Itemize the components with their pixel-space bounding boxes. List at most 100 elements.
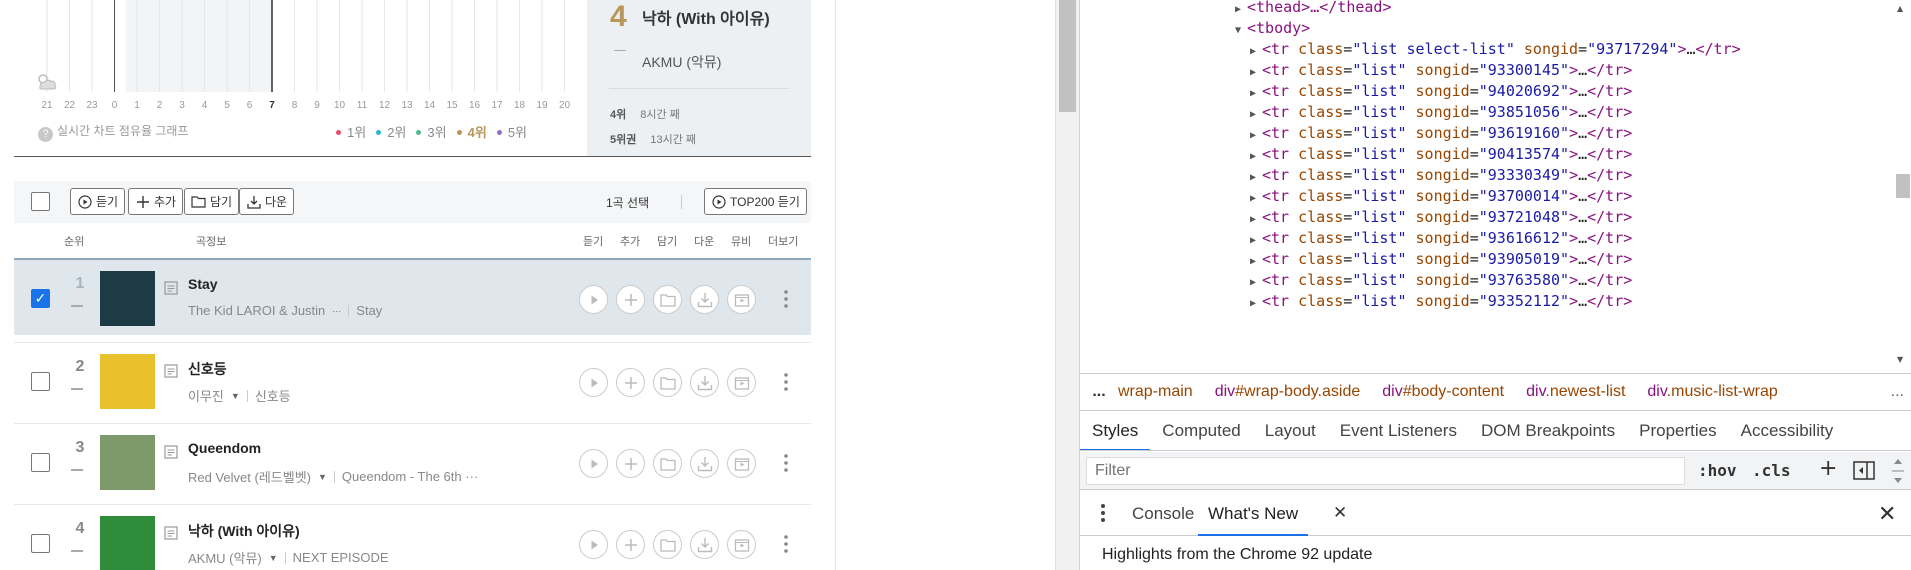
add-button[interactable]: 추가 [128, 188, 184, 215]
row-download-button[interactable] [690, 530, 719, 559]
breadcrumb-item[interactable]: div.music-list-wrap [1647, 383, 1777, 401]
song-info-icon[interactable] [164, 525, 178, 540]
subtab-computed[interactable]: Computed [1150, 411, 1252, 450]
row-mv-button[interactable] [727, 449, 756, 478]
rank-song-title[interactable]: 낙하 (With 아이유) [642, 5, 770, 29]
song-info-icon[interactable] [164, 280, 178, 295]
expand-toggle-icon[interactable]: ▼ [1235, 18, 1247, 43]
new-style-rule-icon[interactable]: + [1819, 456, 1837, 481]
breadcrumb-item[interactable]: div.newest-list [1526, 383, 1625, 401]
more-options-icon[interactable] [781, 287, 791, 311]
breadcrumb-more-button[interactable]: ... [1080, 383, 1118, 401]
more-options-icon[interactable] [781, 532, 791, 556]
album-art[interactable] [100, 354, 155, 409]
row-save-button[interactable] [653, 285, 682, 314]
album-art[interactable] [100, 271, 155, 326]
toggle-sidebar-icon[interactable] [1853, 461, 1875, 480]
select-all-checkbox[interactable] [31, 192, 50, 211]
breadcrumb-item[interactable]: wrap-main [1118, 383, 1193, 401]
save-button[interactable]: 담기 [184, 188, 240, 215]
song-artist[interactable]: 이무진 [188, 386, 224, 405]
more-options-icon[interactable] [781, 370, 791, 394]
legend-rank-1[interactable]: 1위 [336, 122, 366, 141]
drawer-tab-console[interactable]: Console [1132, 491, 1194, 536]
song-checkbox[interactable] [31, 453, 50, 472]
styles-pane-scroll-icon[interactable] [1888, 456, 1908, 486]
elements-scrollbar[interactable]: ▲ ▼ [1892, 0, 1911, 372]
subtab-styles[interactable]: Styles [1080, 411, 1151, 450]
row-download-button[interactable] [690, 285, 719, 314]
album-art[interactable] [100, 435, 155, 490]
top200-play-button[interactable]: TOP200 듣기 [704, 188, 807, 215]
row-play-button[interactable] [579, 285, 608, 314]
song-album[interactable]: 신호등 [255, 386, 291, 405]
hover-state-button[interactable]: :hov [1698, 461, 1737, 480]
legend-rank-2[interactable]: 2위 [376, 122, 406, 141]
scroll-up-arrow-icon[interactable]: ▲ [1897, 4, 1907, 13]
song-album[interactable]: NEXT EPISODE [293, 550, 389, 565]
song-row[interactable]: 3 Queendom Red Velvet (레드벨벳) ▼ Queendom - Th… [14, 423, 811, 500]
row-save-button[interactable] [653, 368, 682, 397]
song-checkbox[interactable]: ✓ [31, 289, 50, 308]
row-play-button[interactable] [579, 449, 608, 478]
drawer-menu-icon[interactable] [1100, 501, 1106, 525]
legend-rank-4[interactable]: 4위 [456, 122, 487, 141]
legend-rank-5[interactable]: 5위 [496, 122, 527, 141]
song-row[interactable]: ✓ 1 Stay The Kid LAROI & Justin ··· Stay [14, 258, 811, 335]
close-tab-icon[interactable]: ✕ [1333, 503, 1351, 523]
song-checkbox[interactable] [31, 534, 50, 553]
row-download-button[interactable] [690, 449, 719, 478]
song-row[interactable]: 4 낙하 (With 아이유) AKMU (악뮤) ▼ NEXT EPISODE [14, 504, 811, 570]
album-art[interactable] [100, 516, 155, 570]
song-artist[interactable]: Red Velvet (레드벨벳) [188, 467, 311, 486]
row-play-button[interactable] [579, 368, 608, 397]
artist-more-icon[interactable]: ▼ [318, 472, 327, 482]
elements-scrollbar-thumb[interactable] [1896, 174, 1910, 198]
song-title[interactable]: Queendom [188, 440, 261, 456]
row-add-button[interactable] [616, 530, 645, 559]
graph-help-text[interactable]: ? 실시간 차트 점유율 그래프 [38, 122, 188, 142]
breadcrumb-item[interactable]: div#body-content [1382, 383, 1504, 401]
row-save-button[interactable] [653, 530, 682, 559]
song-title[interactable]: 신호등 [188, 359, 227, 379]
artist-more-icon[interactable]: ▼ [269, 553, 278, 563]
song-artist[interactable]: The Kid LAROI & Justin [188, 303, 325, 318]
row-add-button[interactable] [616, 368, 645, 397]
song-album[interactable]: Stay [356, 303, 382, 318]
song-info-icon[interactable] [164, 363, 178, 378]
drawer-tab-whats-new[interactable]: What's New [1197, 491, 1309, 536]
row-mv-button[interactable] [727, 368, 756, 397]
styles-filter-input[interactable] [1086, 457, 1685, 485]
subtab-layout[interactable]: Layout [1253, 411, 1328, 450]
artist-more-icon[interactable]: ▼ [231, 391, 240, 401]
page-scrollbar-thumb[interactable] [1059, 0, 1076, 112]
row-mv-button[interactable] [727, 285, 756, 314]
subtab-properties[interactable]: Properties [1627, 411, 1728, 450]
song-title[interactable]: Stay [188, 276, 218, 292]
subtab-accessibility[interactable]: Accessibility [1729, 411, 1846, 450]
song-album[interactable]: Queendom - The 6th ··· [342, 469, 478, 484]
rank-artist[interactable]: AKMU (악뮤) [642, 52, 721, 72]
breadcrumb-overflow-button[interactable]: ... [1891, 383, 1904, 401]
class-toggle-button[interactable]: .cls [1752, 461, 1791, 480]
dom-node[interactable]: ▶ <tr class="list" songid="93352112">…</t… [1250, 289, 1632, 314]
row-play-button[interactable] [579, 530, 608, 559]
more-options-icon[interactable] [781, 451, 791, 475]
song-title[interactable]: 낙하 (With 아이유) [188, 521, 300, 541]
play-button[interactable]: 듣기 [70, 188, 126, 215]
subtab-dom-breakpoints[interactable]: DOM Breakpoints [1469, 411, 1627, 450]
row-download-button[interactable] [690, 368, 719, 397]
download-button[interactable]: 다운 [239, 188, 295, 215]
subtab-event-listeners[interactable]: Event Listeners [1328, 411, 1469, 450]
close-drawer-icon[interactable]: ✕ [1878, 501, 1902, 526]
row-add-button[interactable] [616, 285, 645, 314]
legend-rank-3[interactable]: 3위 [416, 122, 447, 141]
breadcrumb-item[interactable]: div#wrap-body.aside [1215, 383, 1361, 401]
song-info-icon[interactable] [164, 444, 178, 459]
scroll-down-arrow-icon[interactable]: ▼ [1897, 355, 1907, 364]
row-save-button[interactable] [653, 449, 682, 478]
song-checkbox[interactable] [31, 372, 50, 391]
row-mv-button[interactable] [727, 530, 756, 559]
artist-more-icon[interactable]: ··· [332, 306, 341, 316]
song-row[interactable]: 2 신호등 이무진 ▼ 신호등 [14, 342, 811, 419]
